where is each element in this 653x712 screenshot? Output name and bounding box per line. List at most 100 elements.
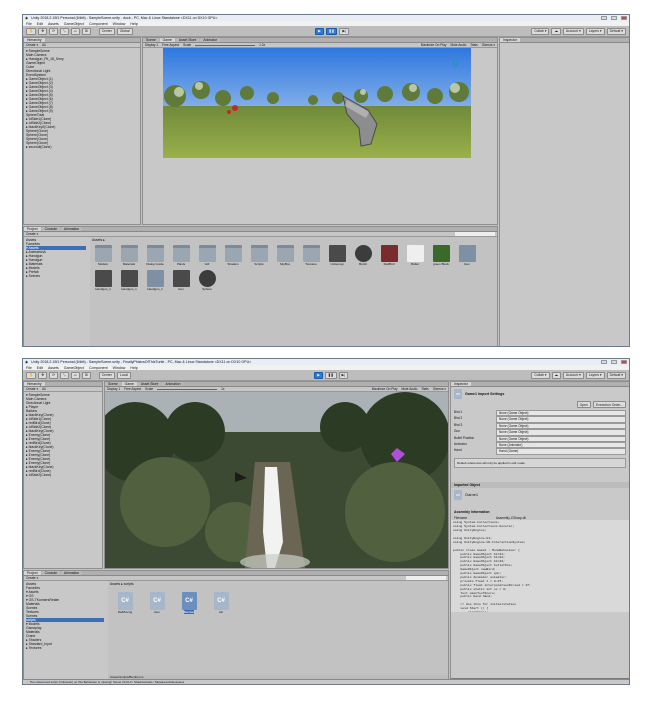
tab-project[interactable]: Project [24, 227, 41, 231]
step-button[interactable]: ▶| [339, 27, 349, 35]
menu-component[interactable]: Component [89, 22, 108, 26]
maximize-button[interactable] [611, 360, 617, 364]
tab-animator[interactable]: Animator [200, 38, 220, 42]
script-item[interactable]: C# DefMoving [113, 592, 137, 614]
step-button[interactable]: ▶| [338, 371, 349, 379]
menu-edit[interactable]: Edit [37, 366, 43, 370]
hierarchy-search-all[interactable]: All [42, 43, 46, 47]
asset-item[interactable]: Gun [169, 270, 193, 291]
collab-button[interactable]: Collab ▾ [531, 27, 550, 35]
close-button[interactable] [621, 16, 627, 20]
tab-console[interactable]: Console [41, 571, 61, 575]
game-viewport[interactable]: 0 [163, 48, 471, 158]
asset-item[interactable]: Dialog Guide [143, 245, 167, 266]
script-item[interactable]: C# Jar [209, 592, 233, 614]
asset-item[interactable]: Textures [299, 245, 323, 266]
menu-edit[interactable]: Edit [37, 22, 43, 26]
mute-audio-toggle[interactable]: Mute Audio [450, 43, 466, 47]
pivot-center-button[interactable]: Center [98, 27, 115, 35]
asset-item[interactable]: Bullet [403, 245, 427, 266]
gizmos-dropdown[interactable]: Gizmos ▾ [433, 387, 446, 391]
asset-item[interactable]: SkyBox [273, 245, 297, 266]
display-dropdown[interactable]: Display 1 [107, 387, 120, 391]
move-tool-icon[interactable]: ✥ [38, 27, 48, 35]
tab-animation[interactable]: Animation [162, 382, 184, 386]
menu-help[interactable]: Help [130, 366, 137, 370]
mute-audio-toggle[interactable]: Mute Audio [401, 387, 417, 391]
reference-value[interactable]: Hand (Game) [496, 448, 626, 455]
scale-tool-icon[interactable]: ⤡ [59, 371, 69, 379]
tab-inspector[interactable]: Inspector [451, 382, 471, 386]
pause-button[interactable]: ❚❚ [324, 371, 337, 379]
layout-dropdown[interactable]: Default ▾ [606, 27, 626, 35]
project-create-dropdown[interactable]: Create ▾ [26, 576, 38, 580]
tab-asset-store[interactable]: Asset Store [137, 382, 162, 386]
menu-file[interactable]: File [26, 22, 32, 26]
tab-hierarchy[interactable]: Hierarchy [24, 38, 45, 42]
asset-item[interactable]: Plants [169, 245, 193, 266]
asset-item[interactable]: Gun [455, 245, 479, 266]
stats-toggle[interactable]: Stats [421, 387, 428, 391]
create-dropdown[interactable]: Create ▾ [26, 43, 38, 47]
create-dropdown[interactable]: Create ▾ [26, 387, 38, 391]
maximize-button[interactable] [611, 16, 617, 20]
hierarchy-search-all[interactable]: All [42, 387, 46, 391]
menu-gameobject[interactable]: GameObject [64, 366, 84, 370]
tab-animation[interactable]: Animation [61, 227, 83, 231]
menu-help[interactable]: Help [130, 22, 137, 26]
hand-tool-icon[interactable]: ✋ [26, 371, 37, 379]
account-dropdown[interactable]: Account ▾ [562, 27, 584, 35]
cloud-icon[interactable]: ☁ [551, 27, 561, 35]
local-button[interactable]: Local [116, 371, 131, 379]
asset-item[interactable]: green Block [429, 245, 453, 266]
folder-tree-item[interactable]: ▸ Scenes [26, 274, 86, 278]
maximize-on-play-toggle[interactable]: Maximize On Play [421, 43, 447, 47]
asset-item[interactable]: Gift [195, 245, 219, 266]
gizmos-dropdown[interactable]: Gizmos ▾ [482, 43, 495, 47]
move-tool-icon[interactable]: ✥ [38, 371, 48, 379]
menu-assets[interactable]: Assets [48, 366, 59, 370]
menu-assets[interactable]: Assets [48, 22, 59, 26]
asset-item[interactable]: Models [91, 245, 115, 266]
folder-tree-item[interactable]: ▸ Textures [26, 646, 104, 650]
hierarchy-item[interactable]: ▸ secondi(Clone) [26, 145, 138, 149]
layout-dropdown[interactable]: Default ▾ [606, 371, 627, 379]
account-dropdown[interactable]: Account ▾ [562, 371, 584, 379]
asset-item[interactable]: Scripts [247, 245, 271, 266]
project-create-dropdown[interactable]: Create ▾ [26, 232, 38, 236]
asset-item[interactable]: Handgun_1 [143, 270, 167, 291]
layers-dropdown[interactable]: Layers ▾ [585, 371, 605, 379]
asset-item[interactable]: Handgun_1 [91, 270, 115, 291]
layers-dropdown[interactable]: Layers ▾ [585, 27, 605, 35]
pivot-center-button[interactable]: Center [98, 371, 115, 379]
game-viewport[interactable] [105, 392, 448, 568]
script-item[interactable]: C# Gun [145, 592, 169, 614]
open-button[interactable]: Open [576, 401, 591, 408]
asset-item[interactable]: Bomb [351, 245, 375, 266]
tab-project[interactable]: Project [24, 571, 41, 575]
asset-item[interactable]: Handgun_1 [117, 270, 141, 291]
minimize-button[interactable] [601, 360, 607, 364]
maximize-on-play-toggle[interactable]: Maximize On Play [372, 387, 398, 391]
project-search-field[interactable] [455, 232, 495, 236]
cloud-icon[interactable]: ☁ [551, 371, 561, 379]
menu-window[interactable]: Window [113, 366, 126, 370]
scale-slider[interactable] [157, 388, 218, 390]
transform-tool-icon[interactable]: ⊞ [81, 27, 91, 35]
rotate-tool-icon[interactable]: ⟳ [49, 27, 58, 35]
tab-console[interactable]: Console [41, 227, 61, 231]
minimize-button[interactable] [601, 16, 607, 20]
tab-game[interactable]: Game [121, 382, 137, 386]
menu-window[interactable]: Window [113, 22, 126, 26]
project-search-field[interactable] [406, 576, 446, 580]
tab-inspector[interactable]: Inspector [500, 38, 520, 42]
tab-game[interactable]: Game [159, 38, 175, 42]
rect-tool-icon[interactable]: ▭ [70, 371, 80, 379]
tab-asset-store[interactable]: Asset Store [175, 38, 200, 42]
hand-tool-icon[interactable]: ✋ [26, 27, 37, 35]
tab-scene[interactable]: Scene [105, 382, 121, 386]
tab-scene[interactable]: Scene [143, 38, 159, 42]
asset-item[interactable]: Shaders [221, 245, 245, 266]
asset-item[interactable]: Materials [117, 245, 141, 266]
global-button[interactable]: Global [116, 27, 133, 35]
